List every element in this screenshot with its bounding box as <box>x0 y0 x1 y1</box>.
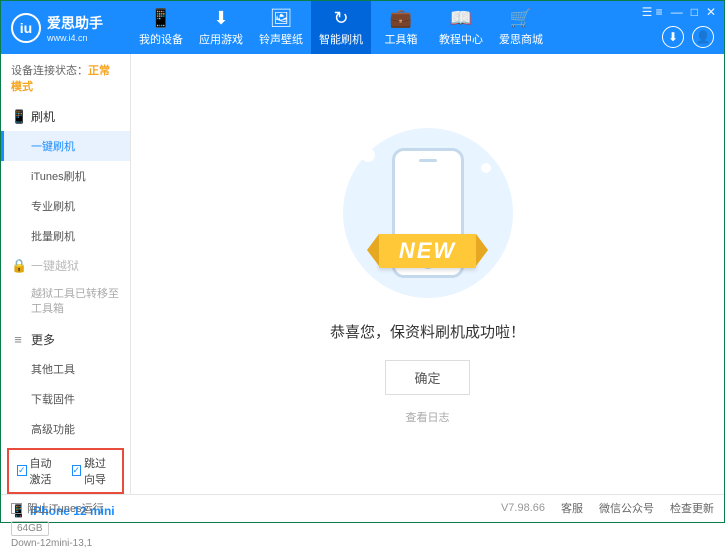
sidebar-section-jailbreak: 🔒一键越狱 <box>1 251 130 280</box>
image-icon: 🖼 <box>270 8 293 29</box>
menu-icon[interactable]: ☰ ≡ <box>642 5 663 19</box>
main-nav: 📱我的设备 ⬇应用游戏 🖼铃声壁纸 ↻智能刷机 💼工具箱 📖教程中心 🛒爱思商城 <box>131 1 551 54</box>
nav-store[interactable]: 🛒爱思商城 <box>491 1 551 54</box>
window-controls: ☰ ≡ — □ ✕ <box>642 5 716 19</box>
device-icon: 📱 <box>150 8 172 29</box>
sidebar-section-flash[interactable]: 📱刷机 <box>1 102 130 131</box>
check-icon: ✓ <box>72 465 82 476</box>
nav-my-device[interactable]: 📱我的设备 <box>131 1 191 54</box>
close-button[interactable]: ✕ <box>706 5 716 19</box>
sidebar-item-advanced[interactable]: 高级功能 <box>1 414 130 444</box>
success-illustration: NEW <box>328 123 528 303</box>
sidebar-item-itunes[interactable]: iTunes刷机 <box>1 161 130 191</box>
sidebar-item-pro[interactable]: 专业刷机 <box>1 191 130 221</box>
nav-flash[interactable]: ↻智能刷机 <box>311 1 371 54</box>
refresh-icon: ↻ <box>333 8 348 29</box>
device-model: Down-12mini-13,1 <box>11 538 120 549</box>
checkbox-auto-activate[interactable]: ✓自动激活 <box>17 455 60 487</box>
logo-url: www.i4.cn <box>47 33 103 43</box>
nav-apps[interactable]: ⬇应用游戏 <box>191 1 251 54</box>
logo: iu 爱思助手 www.i4.cn <box>1 13 131 43</box>
lock-icon: 🔒 <box>11 258 25 274</box>
apps-icon: ⬇ <box>213 8 228 29</box>
download-icon[interactable]: ⬇ <box>662 26 684 48</box>
sidebar-jailbreak-note: 越狱工具已转移至 工具箱 <box>1 280 130 325</box>
book-icon: 📖 <box>450 8 472 29</box>
user-icon[interactable]: 👤 <box>692 26 714 48</box>
phone-icon: 📱 <box>11 109 25 125</box>
logo-title: 爱思助手 <box>47 13 103 33</box>
header: iu 爱思助手 www.i4.cn 📱我的设备 ⬇应用游戏 🖼铃声壁纸 ↻智能刷… <box>1 1 724 54</box>
nav-media[interactable]: 🖼铃声壁纸 <box>251 1 311 54</box>
new-ribbon: NEW <box>379 234 476 268</box>
checkbox-block-itunes[interactable] <box>11 503 22 514</box>
checkbox-skip-guide[interactable]: ✓跳过向导 <box>72 455 115 487</box>
connection-status: 设备连接状态：正常模式 <box>1 54 130 102</box>
logo-icon: iu <box>11 13 41 43</box>
version-label: V7.98.66 <box>501 502 545 514</box>
device-storage: 64GB <box>11 521 49 536</box>
nav-tutorial[interactable]: 📖教程中心 <box>431 1 491 54</box>
footer-wechat[interactable]: 微信公众号 <box>599 500 654 516</box>
sidebar: 设备连接状态：正常模式 📱刷机 一键刷机 iTunes刷机 专业刷机 批量刷机 … <box>1 54 131 494</box>
menu-icon: ≡ <box>11 332 25 347</box>
sidebar-section-more[interactable]: ≡更多 <box>1 325 130 354</box>
success-message: 恭喜您，保资料刷机成功啦！ <box>330 321 525 342</box>
main-content: NEW 恭喜您，保资料刷机成功啦！ 确定 查看日志 <box>131 54 724 494</box>
sidebar-item-firmware[interactable]: 下载固件 <box>1 384 130 414</box>
footer-update[interactable]: 检查更新 <box>670 500 714 516</box>
nav-toolbox[interactable]: 💼工具箱 <box>371 1 431 54</box>
maximize-button[interactable]: □ <box>691 5 698 19</box>
block-itunes-label: 阻止iTunes运行 <box>27 500 104 516</box>
sidebar-item-other[interactable]: 其他工具 <box>1 354 130 384</box>
sidebar-item-batch[interactable]: 批量刷机 <box>1 221 130 251</box>
view-log-link[interactable]: 查看日志 <box>406 409 450 425</box>
sidebar-item-oneclick[interactable]: 一键刷机 <box>1 131 130 161</box>
ok-button[interactable]: 确定 <box>385 360 469 395</box>
footer-service[interactable]: 客服 <box>561 500 583 516</box>
briefcase-icon: 💼 <box>390 8 412 29</box>
cart-icon: 🛒 <box>510 8 532 29</box>
minimize-button[interactable]: — <box>671 5 683 19</box>
check-icon: ✓ <box>17 465 27 476</box>
options-highlight: ✓自动激活 ✓跳过向导 <box>7 448 124 494</box>
